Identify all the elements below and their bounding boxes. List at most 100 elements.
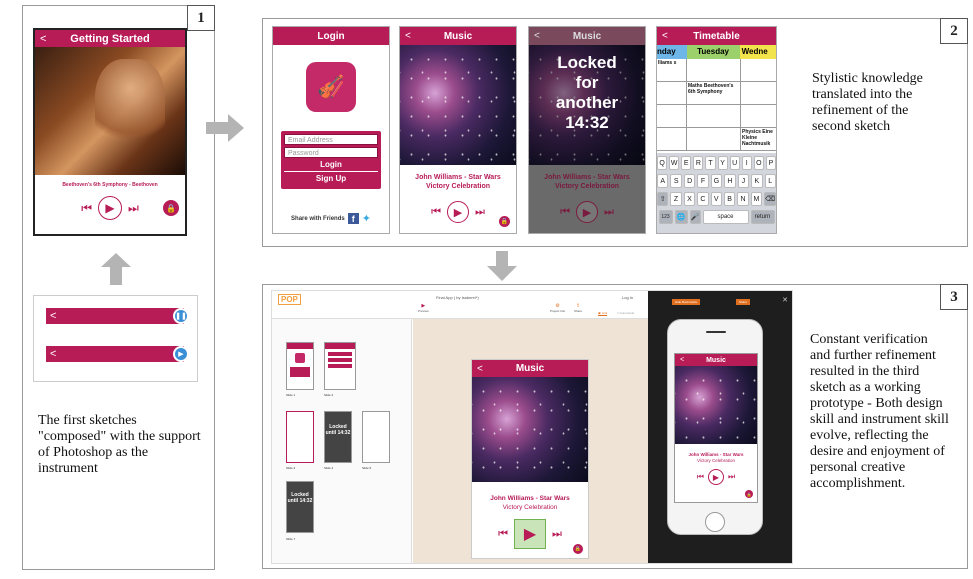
key[interactable]: H	[724, 174, 736, 188]
play-hotspot[interactable]: ▶	[514, 519, 546, 549]
back-icon[interactable]: <	[477, 363, 483, 374]
panel-number: 2	[940, 18, 968, 44]
link-icon: ▣	[598, 311, 601, 315]
key[interactable]: V	[710, 192, 722, 206]
locked-title: Music	[572, 30, 602, 42]
key[interactable]: S	[670, 174, 682, 188]
key[interactable]: K	[751, 174, 763, 188]
email-field[interactable]: Email Address	[284, 134, 378, 145]
phone-music-header: < Music	[675, 354, 757, 366]
forward-icon[interactable]: ⏭	[475, 206, 485, 219]
pop-logo[interactable]: POP	[278, 294, 301, 305]
space-key[interactable]: space	[702, 210, 749, 224]
num-key[interactable]: 123	[658, 210, 673, 224]
back-icon[interactable]: <	[680, 357, 684, 364]
key[interactable]: D	[683, 174, 696, 188]
key[interactable]: P	[765, 156, 776, 170]
up-arrow	[101, 253, 131, 285]
key[interactable]: Y	[717, 156, 728, 170]
thumb-login[interactable]	[286, 342, 314, 390]
day-tuesday: Tuesday	[686, 45, 740, 59]
thumb-locked-2[interactable]: Locked until 14:32	[286, 481, 314, 533]
share-button[interactable]: ⇧ Share	[574, 303, 582, 313]
facebook-icon[interactable]: f	[347, 213, 359, 224]
sketch1-controls: ⏮ ▶ ⏭ 🔒	[35, 196, 185, 220]
link-label: Link	[601, 311, 608, 315]
share-label: Share with Friends	[291, 215, 345, 222]
thumb-music[interactable]	[286, 411, 314, 463]
locked-header: < Music	[529, 27, 645, 45]
key[interactable]: G	[710, 174, 723, 188]
project-info-button[interactable]: ⚙ Project Info	[550, 303, 565, 313]
key[interactable]: W	[669, 156, 680, 170]
back-icon[interactable]: <	[405, 31, 411, 42]
locked-screen: < Music Locked for another 14:32 John Wi…	[528, 26, 646, 234]
pause-icon[interactable]: ❚❚	[173, 308, 189, 324]
signup-button[interactable]: Sign Up	[284, 172, 378, 186]
twitter-icon[interactable]: ✦	[362, 212, 371, 225]
thumb-music-2[interactable]	[362, 411, 390, 463]
locked-thumb-text: Locked until 14:32	[325, 424, 351, 436]
key[interactable]: X	[683, 192, 696, 206]
lock-icon[interactable]: 🔒	[573, 544, 583, 554]
slider-bar-2[interactable]: < ▶	[46, 346, 189, 362]
lock-icon[interactable]: 🔒	[745, 490, 753, 498]
comments-tab[interactable]: □ Comments	[617, 311, 634, 315]
play-button[interactable]: ▶	[98, 196, 122, 220]
play-button[interactable]: ▶	[708, 469, 724, 485]
slider-bar-1[interactable]: < ❚❚	[46, 308, 189, 324]
play-button[interactable]: ▶	[447, 201, 469, 223]
key[interactable]: T	[705, 156, 716, 170]
forward-icon[interactable]: ⏭	[728, 472, 735, 482]
mic-icon[interactable]: 🎤	[689, 210, 701, 224]
locked-thumb-text: Locked until 14:32	[287, 492, 313, 504]
preview-button[interactable]: ▶ Preview	[418, 303, 429, 313]
globe-icon[interactable]: 🌐	[674, 210, 688, 224]
thumb-locked-1[interactable]: Locked until 14:32	[324, 411, 352, 463]
link-tab[interactable]: ▣ Link	[598, 311, 608, 316]
keyboard-row-3: ⇧ Z X C V B N M ⌫	[657, 192, 776, 206]
play-icon[interactable]: ▶	[173, 346, 189, 362]
key[interactable]: I	[741, 156, 752, 170]
key[interactable]: U	[729, 156, 740, 170]
share-preview-button[interactable]: Share	[736, 299, 751, 305]
key[interactable]: Q	[657, 156, 668, 170]
home-button[interactable]	[705, 512, 725, 532]
forward-icon[interactable]: ⏭	[552, 528, 562, 541]
back-icon[interactable]: <	[534, 31, 540, 42]
panel-2-caption: Stylistic knowledge translated into the …	[812, 71, 923, 134]
key[interactable]: L	[764, 174, 776, 188]
key[interactable]: N	[737, 192, 749, 206]
lock-icon[interactable]: 🔒	[499, 216, 510, 227]
login-link[interactable]: Log In	[622, 295, 633, 300]
back-icon[interactable]: <	[40, 33, 46, 45]
rewind-icon[interactable]: ⏮	[81, 201, 92, 216]
key[interactable]: C	[697, 192, 709, 206]
shift-key[interactable]: ⇧	[657, 192, 669, 206]
back-icon[interactable]: <	[662, 31, 668, 42]
rewind-icon[interactable]: ⏮	[697, 472, 704, 482]
hide-bookmarks-button[interactable]: Hide Bookmarks	[672, 299, 701, 305]
sketch1-title: Getting Started	[70, 32, 150, 45]
key[interactable]: A	[657, 174, 669, 188]
key[interactable]: E	[681, 156, 692, 170]
timetable-header: < Timetable	[657, 27, 776, 45]
rewind-icon[interactable]: ⏮	[498, 528, 508, 541]
password-field[interactable]: Password	[284, 147, 378, 158]
lock-icon[interactable]: 🔒	[163, 200, 179, 216]
return-key[interactable]: return	[750, 210, 775, 224]
cell: lliams s	[657, 59, 687, 82]
key[interactable]: R	[693, 156, 704, 170]
key[interactable]: Z	[670, 192, 682, 206]
thumb-menu[interactable]	[324, 342, 356, 390]
close-icon[interactable]: ✕	[782, 296, 788, 304]
key[interactable]: O	[753, 156, 764, 170]
key[interactable]: B	[723, 192, 736, 206]
key[interactable]: M	[750, 192, 763, 206]
forward-icon[interactable]: ⏭	[128, 201, 139, 216]
backspace-icon[interactable]: ⌫	[764, 192, 776, 206]
key[interactable]: J	[737, 174, 750, 188]
login-button[interactable]: Login	[284, 158, 378, 172]
rewind-icon[interactable]: ⏮	[431, 206, 441, 219]
key[interactable]: F	[697, 174, 709, 188]
